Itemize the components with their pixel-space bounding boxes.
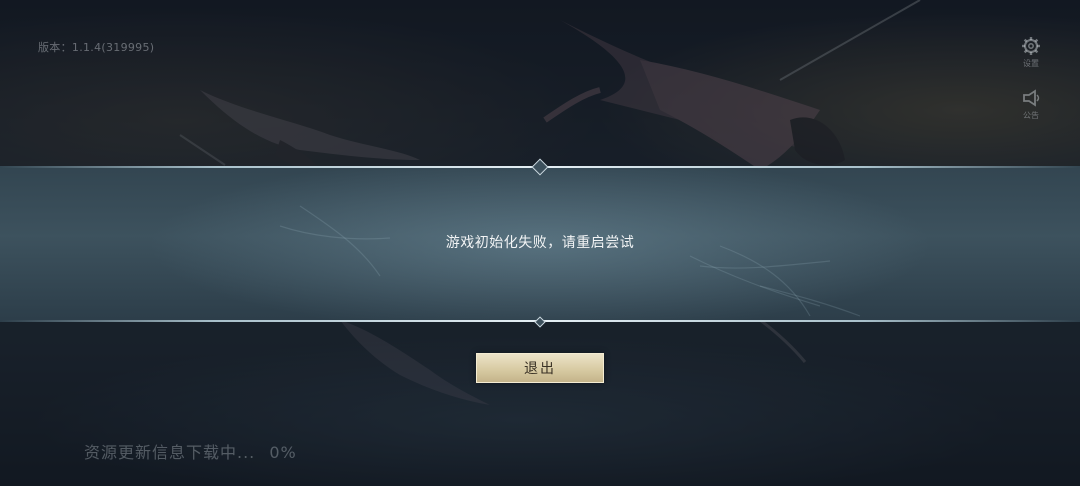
error-message: 游戏初始化失败，请重启尝试 <box>445 235 635 251</box>
game-launcher-screen: 版本：1.1.4(319995) 设置 公告 游戏初始化失败，请重启尝试 退出 … <box>0 0 1080 486</box>
download-progress: 资源更新信息下载中... 0% <box>84 439 297 463</box>
settings-label: 设置 <box>1023 59 1039 68</box>
gear-icon <box>1022 37 1040 55</box>
progress-status-text: 资源更新信息下载中... <box>84 443 256 462</box>
progress-percent: 0% <box>269 443 297 462</box>
exit-button[interactable]: 退出 <box>476 353 604 383</box>
megaphone-icon <box>1023 89 1040 107</box>
notice-label: 公告 <box>1023 111 1039 120</box>
notice-button[interactable]: 公告 <box>1016 88 1046 128</box>
settings-button[interactable]: 设置 <box>1016 36 1046 76</box>
version-label: 版本：1.1.4(319995) <box>38 41 155 54</box>
